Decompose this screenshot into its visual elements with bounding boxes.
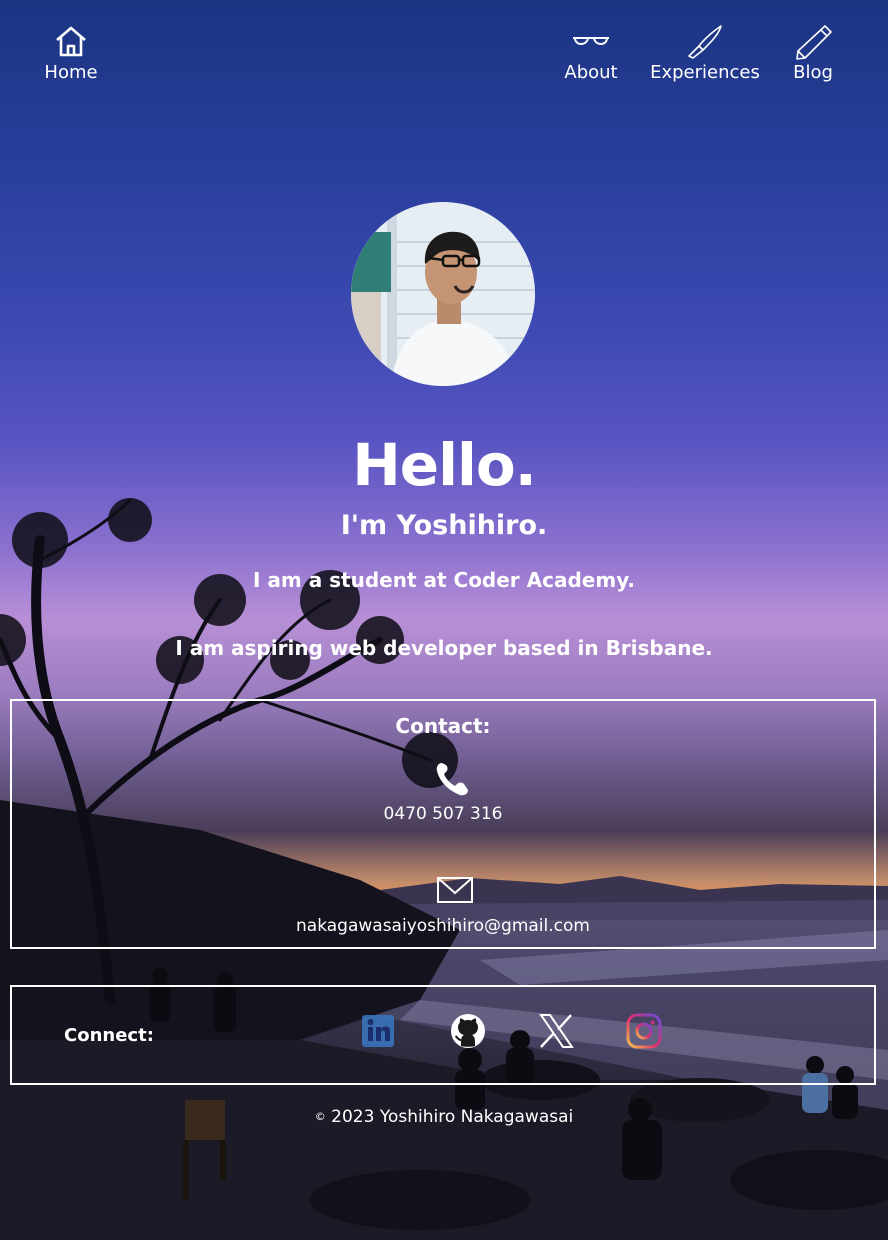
contact-section: Contact: 0470 507 316 nakagawasaiyoshihi… xyxy=(10,699,876,949)
linkedin-link[interactable] xyxy=(359,1012,397,1050)
nav-about-label: About xyxy=(564,62,618,83)
copyright-text: 2023 Yoshihiro Nakagawasai xyxy=(331,1107,574,1127)
nav-home-label: Home xyxy=(44,62,98,83)
footer: © 2023 Yoshihiro Nakagawasai xyxy=(0,1104,888,1130)
x-icon xyxy=(539,1014,574,1048)
nav-about[interactable]: About xyxy=(560,24,622,84)
name-heading: I'm Yoshihiro. xyxy=(340,510,548,541)
intro-line-2: I am aspiring web developer based in Bri… xyxy=(175,636,713,660)
connect-label: Connect: xyxy=(64,1025,154,1046)
pencil-icon xyxy=(788,24,838,60)
glasses-icon xyxy=(560,24,622,60)
instagram-icon xyxy=(626,1013,662,1049)
avatar xyxy=(351,202,535,386)
x-link[interactable] xyxy=(537,1012,575,1050)
contact-title: Contact: xyxy=(395,714,491,738)
phone-icon xyxy=(426,757,484,801)
knife-icon xyxy=(648,24,762,60)
nav-home[interactable]: Home xyxy=(40,24,102,84)
phone-number-link[interactable]: 0470 507 316 xyxy=(12,802,874,826)
home-icon xyxy=(40,24,102,60)
instagram-link[interactable] xyxy=(625,1012,663,1050)
envelope-icon xyxy=(426,875,484,909)
github-icon xyxy=(451,1014,485,1048)
copyright-symbol: © xyxy=(314,1110,326,1123)
github-link[interactable] xyxy=(449,1012,487,1050)
nav-experiences-label: Experiences xyxy=(650,62,760,83)
greeting-heading: Hello. xyxy=(352,431,537,499)
profile-photo xyxy=(351,202,535,386)
linkedin-icon xyxy=(362,1015,394,1047)
connect-section: Connect: xyxy=(10,985,876,1085)
nav-blog-label: Blog xyxy=(793,62,833,83)
nav-experiences[interactable]: Experiences xyxy=(648,24,762,84)
nav-blog[interactable]: Blog xyxy=(788,24,838,84)
email-link[interactable]: nakagawasaiyoshihiro@gmail.com xyxy=(12,914,874,938)
intro-line-1: I am a student at Coder Academy. xyxy=(252,568,635,592)
